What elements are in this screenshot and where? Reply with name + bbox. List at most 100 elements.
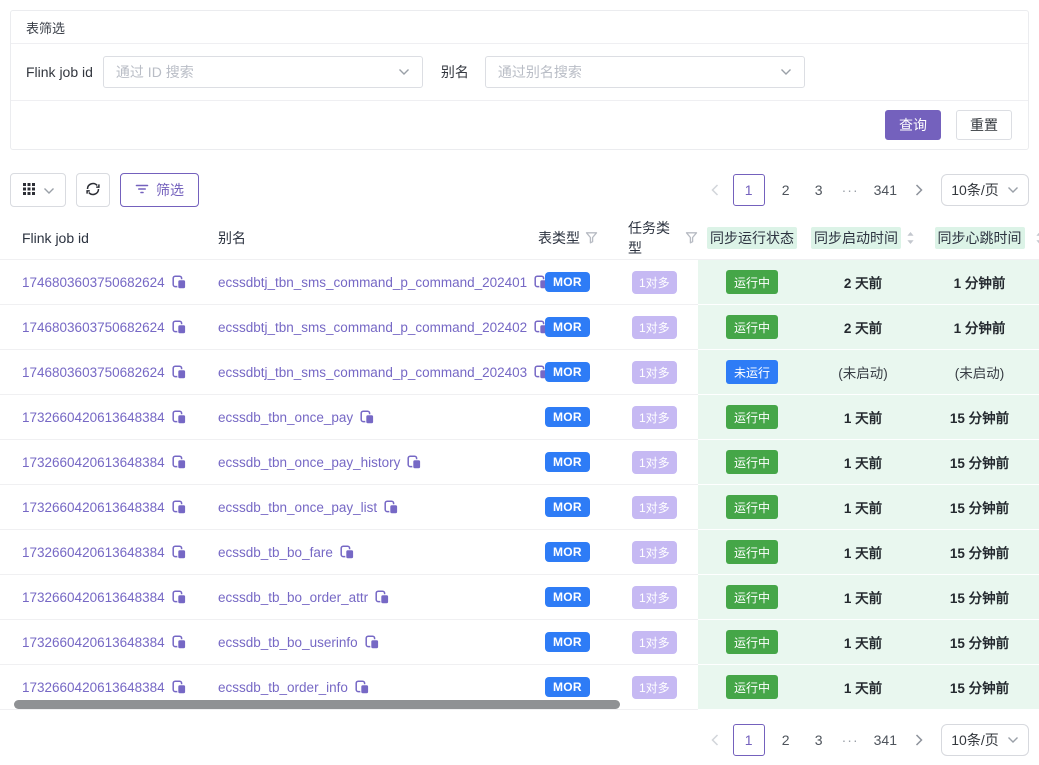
page-size-select[interactable]: 10条/页 [941,724,1029,756]
flink-job-id-link[interactable]: 1732660420613648384 [22,545,165,560]
copy-icon[interactable] [340,545,355,560]
heartbeat-time-value: 15 分钟前 [950,407,1009,427]
copy-icon[interactable] [407,455,422,470]
table-row: 1732660420613648384 ecssdb_tb_bo_userinfo… [0,620,1039,665]
pagination-next-button[interactable] [910,174,928,206]
pagination-prev-button[interactable] [706,174,724,206]
column-sorter-icon[interactable] [906,231,915,245]
alias-link[interactable]: ecssdb_tbn_once_pay_list [218,500,377,515]
copy-icon[interactable] [172,410,187,425]
pagination-page-341[interactable]: 341 [870,174,901,206]
alias-link[interactable]: ecssdb_tbn_once_pay [218,410,353,425]
pagination-page-2[interactable]: 2 [774,174,798,206]
copy-icon[interactable] [360,410,375,425]
query-button[interactable]: 查询 [885,110,941,140]
pagination-page-2[interactable]: 2 [774,724,798,756]
table-type-badge: MOR [545,452,590,472]
flink-job-id-link[interactable]: 1732660420613648384 [22,500,165,515]
flink-job-id-link[interactable]: 1732660420613648384 [22,680,165,695]
column-header-1: Flink job id [0,216,198,259]
table-row: 1732660420613648384 ecssdb_tbn_once_pay_l… [0,485,1039,530]
refresh-button[interactable] [76,173,110,207]
sync-status-cell: 运行中 [698,260,806,305]
pagination-page-1[interactable]: 1 [733,174,765,206]
pagination-page-3[interactable]: 3 [807,174,831,206]
task-type-badge: 1对多 [632,496,677,519]
pagination-ellipsis[interactable]: ··· [840,732,861,748]
heartbeat-time-cell: 15 分钟前 [920,440,1039,485]
column-sorter-icon[interactable] [1035,231,1039,245]
heartbeat-time-cell: 15 分钟前 [920,620,1039,665]
table-type-badge: MOR [545,497,590,517]
alias-link[interactable]: ecssdbtj_tbn_sms_command_p_command_20240… [218,365,527,380]
copy-icon[interactable] [355,680,370,695]
page-size-select[interactable]: 10条/页 [941,174,1029,206]
alias-link[interactable]: ecssdb_tb_bo_fare [218,545,333,560]
heartbeat-time-value: 15 分钟前 [950,452,1009,472]
status-badge: 运行中 [726,540,778,564]
column-config-button[interactable] [10,173,66,207]
copy-icon[interactable] [172,590,187,605]
table-type-badge: MOR [545,542,590,562]
heartbeat-time-value: (未启动) [955,362,1005,382]
flink-job-id-select[interactable]: 通过 ID 搜索 [103,56,423,88]
flink-job-id-link[interactable]: 1732660420613648384 [22,635,165,650]
column-filter-icon[interactable] [585,231,598,244]
alias-cell: ecssdb_tbn_once_pay_history [198,440,528,485]
chevron-down-icon [1007,186,1019,194]
alias-link[interactable]: ecssdb_tb_bo_order_attr [218,590,368,605]
column-filter-icon[interactable] [685,231,698,244]
pagination-page-1[interactable]: 1 [733,724,765,756]
flink-job-id-link[interactable]: 1746803603750682624 [22,365,165,380]
alias-link[interactable]: ecssdb_tb_order_info [218,680,348,695]
pagination-page-3[interactable]: 3 [807,724,831,756]
copy-icon[interactable] [172,275,187,290]
alias-select[interactable]: 通过别名搜索 [485,56,805,88]
flink-job-id-link[interactable]: 1746803603750682624 [22,275,165,290]
start-time-value: 1 天前 [844,452,882,472]
copy-icon[interactable] [172,545,187,560]
heartbeat-time-cell: 15 分钟前 [920,665,1039,710]
alias-link[interactable]: ecssdbtj_tbn_sms_command_p_command_20240… [218,275,527,290]
filter-toggle-button[interactable]: 筛选 [120,173,199,207]
status-badge: 运行中 [726,585,778,609]
start-time-value: 1 天前 [844,677,882,697]
copy-icon[interactable] [172,635,187,650]
copy-icon[interactable] [172,500,187,515]
flink-job-id-link[interactable]: 1732660420613648384 [22,590,165,605]
copy-icon[interactable] [375,590,390,605]
status-badge: 运行中 [726,315,778,339]
reset-button[interactable]: 重置 [956,110,1012,140]
sync-status-cell: 未运行 [698,350,806,395]
alias-cell: ecssdbtj_tbn_sms_command_p_command_20240… [198,260,528,305]
flink-job-id-cell: 1746803603750682624 [0,260,198,305]
task-type-badge: 1对多 [632,451,677,474]
flink-job-id-cell: 1746803603750682624 [0,305,198,350]
sync-status-cell: 运行中 [698,305,806,350]
copy-icon[interactable] [172,680,187,695]
pagination-next-button[interactable] [910,724,928,756]
flink-job-id-link[interactable]: 1746803603750682624 [22,320,165,335]
alias-link[interactable]: ecssdbtj_tbn_sms_command_p_command_20240… [218,320,527,335]
flink-job-id-link[interactable]: 1732660420613648384 [22,410,165,425]
alias-cell: ecssdb_tbn_once_pay_list [198,485,528,530]
flink-job-id-link[interactable]: 1732660420613648384 [22,455,165,470]
copy-icon[interactable] [172,320,187,335]
copy-icon[interactable] [384,500,399,515]
copy-icon[interactable] [172,455,187,470]
copy-icon[interactable] [172,365,187,380]
alias-link[interactable]: ecssdb_tbn_once_pay_history [218,455,400,470]
copy-icon[interactable] [365,635,380,650]
table-type-cell: MOR [528,575,618,620]
column-header-3: 表类型 [528,216,618,259]
column-header-7: 同步心跳时间 [920,216,1039,259]
pagination-page-341[interactable]: 341 [870,724,901,756]
table-type-cell: MOR [528,395,618,440]
task-type-badge: 1对多 [632,271,677,294]
alias-link[interactable]: ecssdb_tb_bo_userinfo [218,635,358,650]
pagination-prev-button[interactable] [706,724,724,756]
pagination-ellipsis[interactable]: ··· [840,182,861,198]
horizontal-scrollbar[interactable] [14,700,620,709]
status-badge: 运行中 [726,675,778,699]
start-time-value: 1 天前 [844,632,882,652]
